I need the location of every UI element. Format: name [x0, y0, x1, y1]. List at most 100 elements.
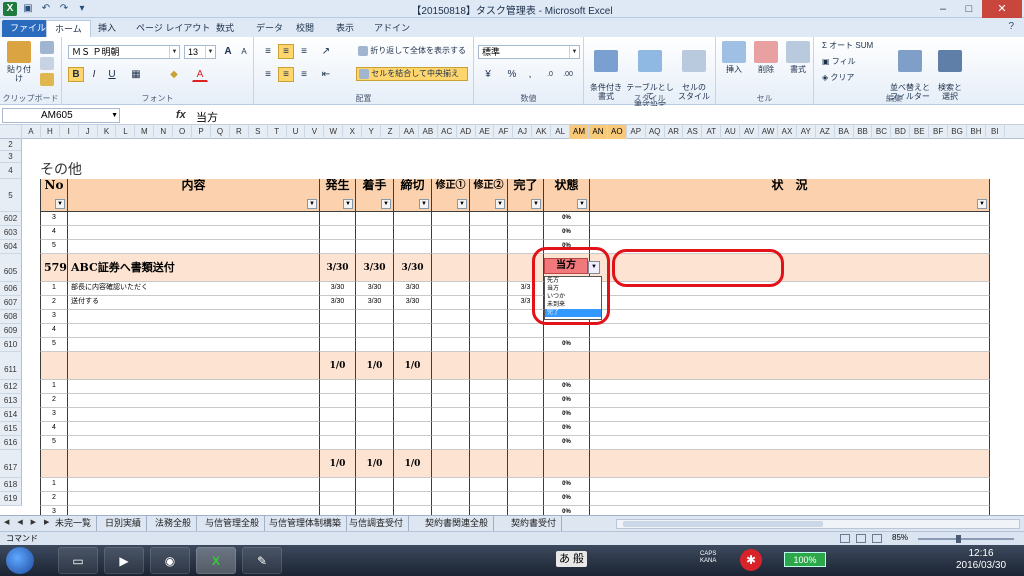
zoom-slider-knob[interactable] [956, 535, 961, 543]
cell-done[interactable] [508, 408, 544, 422]
grow-font-button[interactable]: A [220, 44, 236, 59]
insert-cells-button[interactable]: 挿入 [718, 41, 750, 74]
cell-situation[interactable] [590, 422, 990, 436]
column-header[interactable]: AF [495, 125, 514, 139]
row-header[interactable]: 608 [0, 310, 22, 324]
cell-occur[interactable] [320, 212, 356, 226]
cell-rev2[interactable] [470, 282, 508, 296]
tab-home[interactable]: ホーム [46, 20, 91, 37]
cell-situation[interactable] [590, 338, 990, 352]
sheet-nav-arrows[interactable]: ◀ ◀ ▶ ▶ [4, 518, 52, 526]
column-header[interactable]: M [135, 125, 155, 139]
select-all-corner[interactable] [0, 125, 22, 139]
header-state[interactable]: 状態 ▼ [544, 179, 590, 212]
column-header[interactable]: P [192, 125, 211, 139]
font-color-button[interactable]: A [192, 67, 208, 82]
indent-icon[interactable]: ⇤ [318, 67, 334, 82]
align-center-icon[interactable]: ≡ [278, 67, 294, 82]
normal-view-icon[interactable] [840, 534, 850, 543]
cell-situation[interactable] [590, 212, 990, 226]
format-painter-icon[interactable] [40, 73, 54, 86]
column-header[interactable]: U [287, 125, 306, 139]
cell-content[interactable] [68, 506, 320, 515]
cell-deadline[interactable] [394, 478, 432, 492]
sheet-tab[interactable]: 法務全般 [150, 516, 198, 531]
conditional-format-button[interactable]: 条件付き 書式 [586, 41, 626, 101]
cell-occur[interactable]: 3/30 [320, 282, 356, 296]
cell-rev1[interactable] [432, 310, 470, 324]
column-header[interactable]: Q [211, 125, 230, 139]
column-header[interactable]: AA [400, 125, 419, 139]
name-box[interactable]: AM605 ▼ [2, 108, 120, 123]
cell-rev1[interactable] [432, 492, 470, 506]
column-header[interactable]: AJ [513, 125, 533, 139]
cell-rev1[interactable] [432, 240, 470, 254]
paste-button[interactable]: 貼り付け [4, 41, 34, 83]
cell-done[interactable] [508, 506, 544, 515]
percent-button[interactable]: % [504, 67, 520, 82]
cell-situation[interactable] [590, 394, 990, 408]
page-layout-view-icon[interactable] [856, 534, 866, 543]
cell-content[interactable] [68, 380, 320, 394]
cell-deadline[interactable] [394, 394, 432, 408]
comma-button[interactable]: , [522, 67, 538, 82]
column-header[interactable]: BA [835, 125, 854, 139]
ime-indicator[interactable]: あ 般 [556, 551, 588, 567]
cell-no[interactable]: 2 [40, 296, 68, 310]
cell-start[interactable] [356, 324, 394, 338]
zoom-level[interactable]: 85% [892, 533, 908, 542]
cell-occur[interactable]: 1/0 [320, 450, 356, 478]
column-header[interactable]: BC [873, 125, 892, 139]
cell-state[interactable] [544, 352, 590, 380]
row-header[interactable]: 4 [0, 163, 22, 179]
column-header[interactable]: I [60, 125, 79, 139]
battery-indicator[interactable]: 100% [784, 552, 826, 567]
media-app-icon[interactable]: ▶ [104, 547, 144, 574]
header-start[interactable]: 着手 ▼ [356, 179, 394, 212]
column-header[interactable]: R [230, 125, 249, 139]
column-header[interactable]: H [41, 125, 60, 139]
filter-icon[interactable]: ▼ [381, 199, 391, 209]
column-header[interactable]: BH [967, 125, 986, 139]
cell-content[interactable]: ABC証券へ書類送付 [68, 254, 320, 282]
font-size-select[interactable]: 13 ▼ [184, 45, 216, 59]
formula-input[interactable]: 当方 [196, 109, 218, 125]
wrap-text-button[interactable]: 折り返して全体を表示する [358, 46, 474, 56]
orientation-icon[interactable]: ↗ [318, 44, 334, 59]
cell-rev2[interactable] [470, 394, 508, 408]
cell-done[interactable] [508, 226, 544, 240]
sheet-tab[interactable]: 与信調査受付 [344, 516, 410, 531]
cell-no[interactable]: 1 [40, 380, 68, 394]
cell-rev2[interactable] [470, 436, 508, 450]
sheet-tab[interactable]: 契約書関連全般 [420, 516, 495, 531]
cell-done[interactable] [508, 394, 544, 408]
cell-start[interactable] [356, 394, 394, 408]
row-header[interactable]: 604 [0, 240, 22, 254]
cell-content[interactable] [68, 240, 320, 254]
cell-occur[interactable] [320, 240, 356, 254]
align-middle-icon[interactable]: ≡ [278, 44, 294, 59]
cell-no[interactable]: 4 [40, 422, 68, 436]
merge-center-button[interactable]: セルを結合して中央揃え [356, 67, 468, 81]
filter-icon[interactable]: ▼ [977, 199, 987, 209]
underline-button[interactable]: U [104, 67, 120, 82]
increase-decimal-icon[interactable]: .0 [542, 67, 558, 82]
cell-start[interactable] [356, 226, 394, 240]
start-button[interactable] [6, 547, 34, 574]
find-select-button[interactable]: 検索と 選択 [932, 41, 968, 101]
shrink-font-button[interactable]: A [236, 44, 252, 59]
column-header[interactable]: AS [684, 125, 703, 139]
header-occur[interactable]: 発生 ▼ [320, 179, 356, 212]
cell-no[interactable]: 4 [40, 324, 68, 338]
cell-done[interactable] [508, 380, 544, 394]
currency-icon[interactable]: ¥ [480, 67, 496, 82]
cell-situation[interactable] [590, 352, 990, 380]
cell-occur[interactable]: 3/30 [320, 254, 356, 282]
cell-situation[interactable] [590, 310, 990, 324]
column-header[interactable]: V [306, 125, 325, 139]
cell-content[interactable] [68, 408, 320, 422]
cell-rev1[interactable] [432, 422, 470, 436]
header-no[interactable]: No ▼ [40, 179, 68, 212]
cell-no[interactable]: 4 [40, 226, 68, 240]
cell-deadline[interactable]: 3/30 [394, 254, 432, 282]
